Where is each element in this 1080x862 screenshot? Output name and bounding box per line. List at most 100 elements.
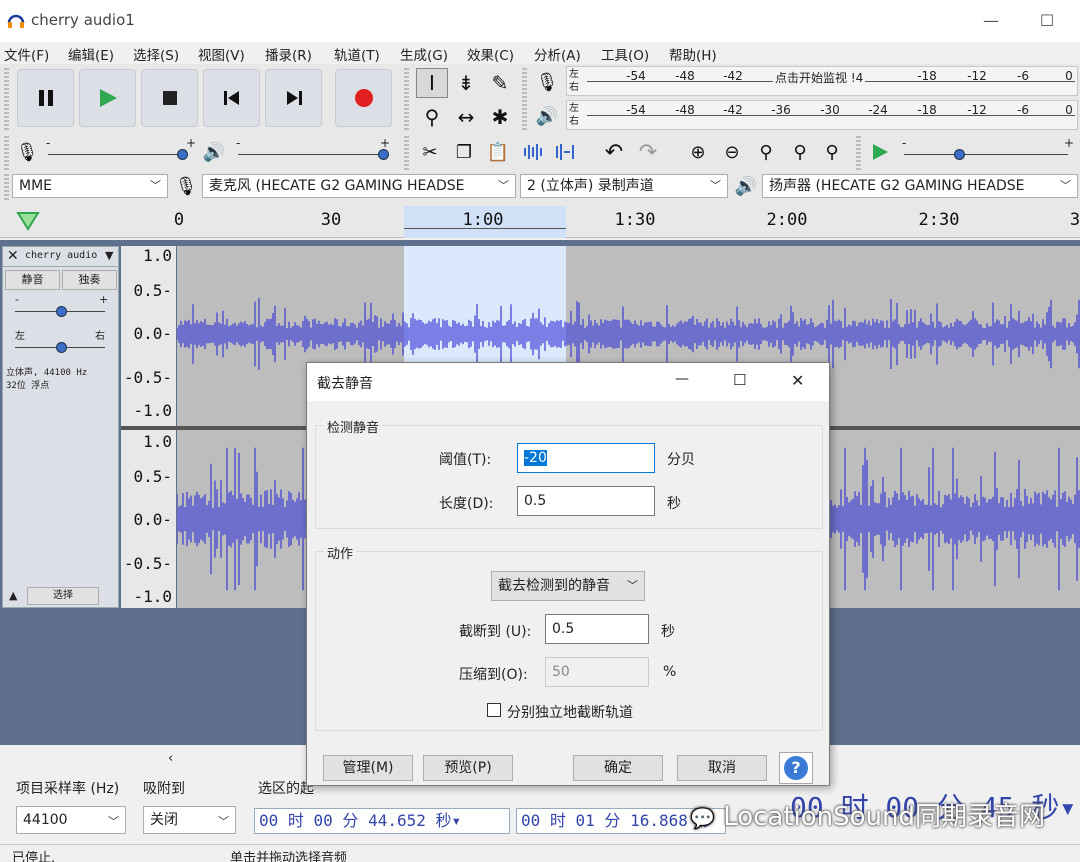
zoom-tool[interactable]: ⚲ — [416, 102, 448, 132]
help-icon: ? — [784, 756, 808, 780]
toolbar-grip[interactable] — [404, 136, 409, 170]
menu-help[interactable]: 帮助(H) — [669, 44, 717, 64]
minimize-button[interactable]: — — [976, 8, 1006, 34]
menu-transport[interactable]: 播录(R) — [265, 44, 312, 64]
silence-button[interactable] — [552, 138, 580, 166]
dialog-minimize-button[interactable]: — — [675, 371, 689, 387]
toolbar-grip[interactable] — [4, 136, 9, 170]
scroll-left-icon[interactable]: ‹ — [168, 751, 173, 766]
menu-view[interactable]: 视图(V) — [198, 44, 245, 64]
truncate-to-input[interactable]: 0.5 — [545, 614, 649, 644]
duration-input[interactable]: 0.5 — [517, 486, 655, 516]
selection-tool[interactable]: I — [416, 68, 448, 98]
output-device-select[interactable]: 扬声器 (HECATE G2 GAMING HEADSE ﹀ — [762, 174, 1078, 198]
draw-tool[interactable]: ✎ — [484, 68, 516, 98]
recording-volume-slider[interactable]: - + — [46, 136, 196, 164]
playback-meter[interactable]: 左 右 -54 -48 -42 -36 -30 -24 -18 -12 -6 0 — [566, 100, 1078, 130]
toolbar-grip[interactable] — [856, 136, 861, 170]
copy-button[interactable]: ❐ — [450, 138, 478, 166]
truncate-independently-label[interactable]: 分别独立地截断轨道 — [507, 702, 633, 722]
menu-select[interactable]: 选择(S) — [133, 44, 179, 64]
snap-to-select[interactable]: 关闭 ﹀ — [143, 806, 236, 834]
menu-generate[interactable]: 生成(G) — [400, 44, 448, 64]
track-pan-slider[interactable]: 左 右 — [15, 327, 107, 353]
manage-button[interactable]: 管理(M) — [323, 755, 413, 781]
help-button[interactable]: ? — [779, 752, 813, 784]
stop-button[interactable] — [141, 69, 198, 127]
fit-project-button[interactable]: ⚲ — [786, 138, 814, 166]
compress-to-input[interactable]: 50 — [545, 657, 649, 687]
toolbar-grip[interactable] — [404, 68, 409, 132]
vscale-label: -0.5- — [123, 554, 172, 573]
menu-analyze[interactable]: 分析(A) — [534, 44, 581, 64]
skip-start-button[interactable] — [203, 69, 260, 127]
pause-button[interactable] — [17, 69, 74, 127]
audio-host-select[interactable]: MME ﹀ — [12, 174, 168, 198]
pause-icon — [38, 90, 53, 106]
zoom-in-button[interactable]: ⊕ — [684, 138, 712, 166]
multi-tool[interactable]: ✱ — [484, 102, 516, 132]
toolbar-grip[interactable] — [522, 68, 527, 132]
cancel-button[interactable]: 取消 — [677, 755, 767, 781]
menu-effect[interactable]: 效果(C) — [467, 44, 514, 64]
i-beam-icon: I — [429, 71, 435, 95]
detect-silence-legend: 检测静音 — [324, 417, 383, 436]
track-gain-slider[interactable]: - + — [15, 293, 108, 317]
ok-button[interactable]: 确定 — [573, 755, 663, 781]
record-meter-microphone-icon[interactable]: 🎙 — [533, 68, 561, 96]
close-track-icon[interactable]: ✕ — [7, 248, 19, 264]
pin-play-head-icon[interactable] — [16, 210, 40, 232]
timeline-ruler[interactable]: 0 30 1:00 1:30 2:00 2:30 3 — [0, 206, 1080, 238]
record-button[interactable] — [335, 69, 392, 127]
redo-button[interactable]: ↷ — [634, 138, 662, 166]
menu-file[interactable]: 文件(F) — [4, 44, 49, 64]
audacity-logo-icon — [7, 14, 25, 28]
zoom-toggle-button[interactable]: ⚲ — [818, 138, 846, 166]
truncate-independently-checkbox[interactable] — [487, 703, 501, 717]
dialog-title: 截去静音 — [317, 376, 373, 392]
preview-button[interactable]: 预览(P) — [423, 755, 513, 781]
slider-thumb[interactable] — [56, 306, 67, 317]
play-speed-slider[interactable]: - + — [902, 136, 1074, 164]
recording-channels-select[interactable]: 2 (立体声) 录制声道 ﹀ — [520, 174, 728, 198]
envelope-tool[interactable]: ⇟ — [450, 68, 482, 98]
dialog-close-button[interactable]: ✕ — [791, 371, 804, 390]
cut-button[interactable]: ✂ — [416, 138, 444, 166]
select-track-button[interactable]: 选择 — [27, 587, 99, 605]
track-menu-arrow-icon[interactable]: ▼ — [105, 249, 113, 262]
project-rate-select[interactable]: 44100 ﹀ — [16, 806, 126, 834]
collapse-track-icon[interactable]: ▲ — [9, 589, 17, 602]
skip-end-button[interactable] — [265, 69, 322, 127]
solo-button[interactable]: 独奏 — [62, 270, 117, 290]
menu-tracks[interactable]: 轨道(T) — [334, 44, 380, 64]
undo-button[interactable]: ↶ — [600, 138, 628, 166]
zoom-out-button[interactable]: ⊖ — [718, 138, 746, 166]
play-button[interactable] — [79, 69, 136, 127]
threshold-input[interactable]: -20 — [517, 443, 655, 473]
time-shift-tool[interactable]: ↔ — [450, 102, 482, 132]
slider-thumb[interactable] — [954, 149, 965, 160]
action-select[interactable]: 截去检测到的静音 ﹀ — [491, 571, 645, 601]
dialog-maximize-button[interactable]: ☐ — [733, 371, 746, 389]
menu-edit[interactable]: 编辑(E) — [68, 44, 114, 64]
toolbar-grip[interactable] — [4, 174, 9, 202]
meter-monitor-message[interactable]: 点击开始监视 !4 — [773, 69, 866, 86]
play-at-speed-button[interactable] — [866, 138, 894, 166]
playback-meter-speaker-icon[interactable]: 🔊 — [533, 102, 561, 130]
record-meter[interactable]: 左 右 -54 -48 -42 点击开始监视 !4 -18 -12 -6 0 — [566, 66, 1078, 96]
input-device-select[interactable]: 麦克风 (HECATE G2 GAMING HEADSE ﹀ — [202, 174, 516, 198]
maximize-button[interactable]: ☐ — [1032, 8, 1062, 34]
menu-tools[interactable]: 工具(O) — [601, 44, 649, 64]
meter-tick: -54 — [626, 69, 646, 83]
selection-start-time[interactable]: 00 时 00 分 44.652 秒▾ — [254, 808, 510, 834]
paste-button[interactable]: 📋 — [484, 138, 512, 166]
mute-button[interactable]: 静音 — [5, 270, 60, 290]
fit-selection-button[interactable]: ⚲ — [752, 138, 780, 166]
slider-thumb[interactable] — [56, 342, 67, 353]
track-name-menu[interactable]: cherry audio — [25, 250, 97, 261]
toolbar-grip[interactable] — [4, 68, 9, 132]
playback-volume-slider[interactable]: - + — [236, 136, 391, 164]
trim-button[interactable] — [520, 138, 548, 166]
slider-thumb[interactable] — [378, 149, 389, 160]
slider-thumb[interactable] — [177, 149, 188, 160]
